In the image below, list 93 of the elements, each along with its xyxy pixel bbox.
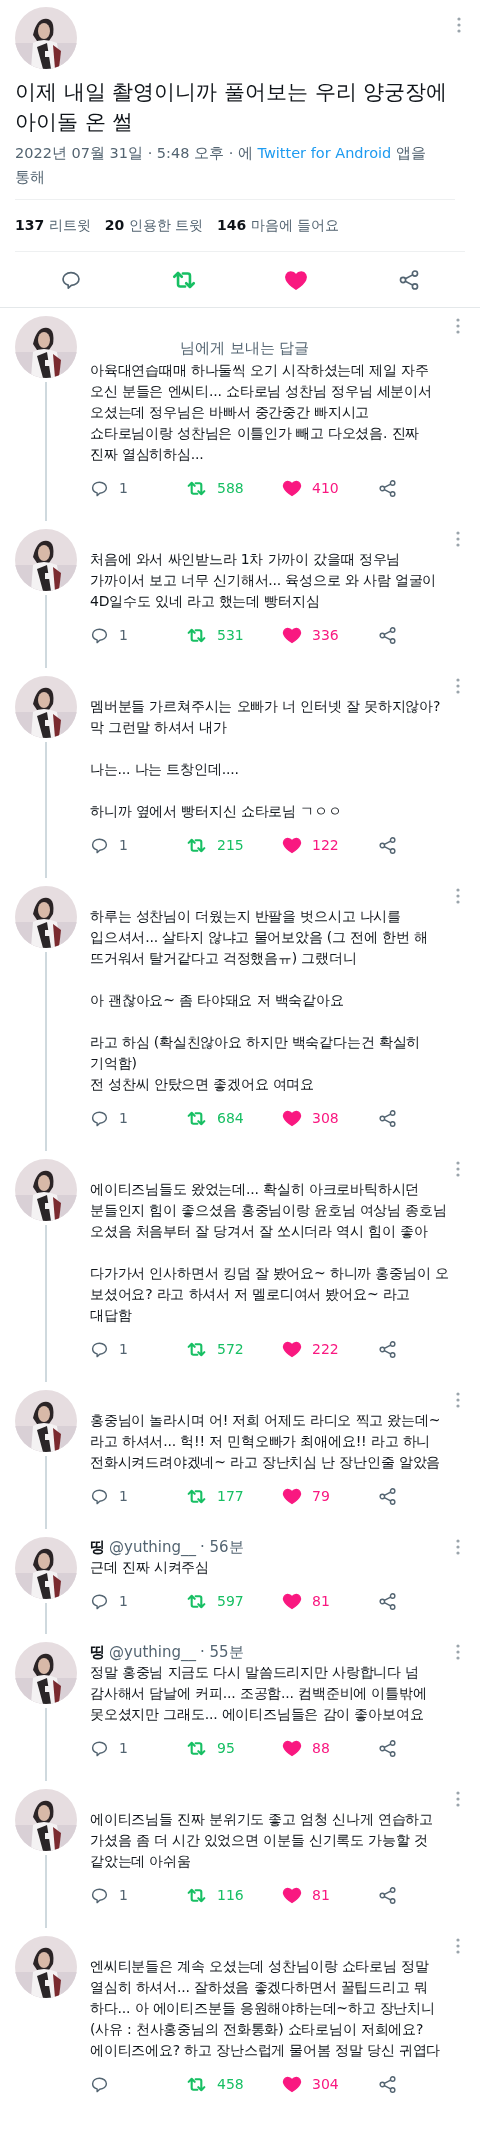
share-icon[interactable] [378, 1885, 397, 1905]
like-count: 122 [312, 837, 339, 853]
retweet-count: 95 [217, 1740, 235, 1756]
tweet-timestamp: 2022년 07월 31일 · 5:48 오후 · 에 Twitter for Android 앱을 통해 [15, 141, 455, 200]
more-icon[interactable] [456, 1539, 460, 1555]
comment-icon[interactable] [90, 1591, 109, 1611]
more-icon[interactable] [456, 1644, 460, 1660]
share-icon[interactable] [378, 1738, 397, 1758]
heart-icon[interactable] [282, 2074, 302, 2094]
reply-text: 엔씨티분들은 계속 오셨는데 성찬님이랑 쇼타로님 정말 열심히 하셔서... 잘하셨음 좋겠다하면서 꿀팁드리고 뭐 하다... 아 에이티즈분들 응원해야하는데~하고 장난치니 (사유 : 천사홍중님의 전화통화) 쇼타로님이 저희에요? 에이티즈에요? 하고 장난스럽게 물어봄 정말 당신 귀엽다 [90, 1957, 442, 2060]
reply-count: 1 [119, 1740, 128, 1756]
share-icon[interactable] [378, 835, 397, 855]
share-icon[interactable] [378, 625, 397, 645]
reply-count: 1 [119, 1593, 128, 1609]
share-icon[interactable] [378, 2074, 397, 2094]
like-count: 88 [312, 1740, 330, 1756]
comment-icon[interactable] [90, 1486, 109, 1506]
comment-icon[interactable] [90, 1108, 109, 1128]
author-name[interactable]: 띵 [90, 1537, 105, 1557]
reply-count: 1 [119, 837, 128, 853]
like-count: 81 [312, 1887, 330, 1903]
comment-icon[interactable] [90, 478, 109, 498]
retweet-count: 531 [217, 627, 244, 643]
comment-icon[interactable] [90, 1339, 109, 1359]
tweet-text: 이제 내일 촬영이니까 풀어보는 우리 양궁장에 아이돌 온 썰 [15, 79, 449, 136]
stat-label[interactable]: 146 마음에 들어요 [217, 216, 340, 235]
more-icon[interactable] [456, 678, 460, 694]
reply-count: 1 [119, 627, 128, 643]
reply-text: 에이티즈님들도 왔었는데... 확실히 아크로바틱하시던 분들인지 힘이 좋으셨음 홍중님이랑 윤호님 여상님 종호님 오셨음 처음부터 잘 당겨서 잘 쏘시더라 역시 힘이 좋아 다가가서 인사하면서 킹덤 잘 봤어요~ 하니까 홍중님이 오 보셨어요? 라고 하셔서 저 멜로디여서 봤어요~ 라고 대답함 [90, 1180, 450, 1325]
heart-icon[interactable] [282, 1738, 302, 1758]
reply-text: 멤버분들 가르쳐주시는 오빠가 너 인터넷 잘 못하지않아? 막 그런말 하셔서 내가 나는... 나는 트창인데.... 하니까 옆에서 빵터지신 쇼타로님 ㄱㅇㅇ [90, 697, 442, 821]
heart-icon[interactable] [282, 1108, 302, 1128]
share-icon[interactable] [378, 1486, 397, 1506]
more-icon[interactable] [456, 1161, 460, 1177]
heart-icon[interactable] [282, 478, 302, 498]
retweet-count: 215 [217, 837, 244, 853]
retweet-count: 684 [217, 1110, 244, 1126]
retweet-count: 588 [217, 480, 244, 496]
reply-text: 하루는 성찬님이 더웠는지 반팔을 벗으시고 나시를 입으셔서... 살타지 않냐고 물어보았음 (그 전에 한번 해 뜨거워서 탈거같다고 걱정했음ㅠ) 그랬더니 아 괜찮아요~ 좀 타야돼요 저 백숙같아요 라고 하심 (확실친않아요 하지만 백숙같다는건 확실히 기억함) 전 성찬씨 안탔으면 좋겠어요 여며요 [90, 907, 429, 1094]
retweet-count: 116 [217, 1887, 244, 1903]
retweet-count: 572 [217, 1341, 244, 1357]
more-icon[interactable] [456, 888, 460, 904]
retweet-count: 458 [217, 2076, 244, 2092]
more-icon[interactable] [456, 1392, 460, 1408]
author-handle[interactable]: @yuthing__ [109, 1643, 196, 1661]
heart-icon[interactable] [282, 1339, 302, 1359]
reply-text: 근데 진짜 시켜주심 [90, 1558, 210, 1577]
reply-text: 홍중님이 놀라시며 어! 저희 어제도 라디오 찍고 왔는데~ 라고 하셔서... 헉!! 저 민혁오빠가 최애에요!! 라고 하니 전화시켜드려야겠네~ 라고 장난치심 난 장난인줄 알았음 [90, 1411, 442, 1472]
author-name[interactable]: 띵 [90, 1642, 105, 1662]
reply-text: 아육대연습때매 하나둘씩 오기 시작하셨는데 제일 자주 오신 분들은 엔씨티... 쇼타로님 성찬님 정우님 세분이서 오셨는데 정우님은 바빠서 중간중간 빠지시고 쇼타로님이랑 성찬님은 이틀인가 빼고 다오셨음. 진짜 진짜 열심히하심... [90, 361, 433, 464]
reply-to-label: 님에게 보내는 답글 [179, 339, 311, 358]
comment-icon[interactable] [90, 1738, 109, 1758]
tweet-time: · 55분 [199, 1642, 244, 1662]
more-icon[interactable] [456, 318, 460, 334]
heart-icon[interactable] [282, 625, 302, 645]
share-icon[interactable] [397, 268, 420, 291]
heart-icon[interactable] [282, 1885, 302, 1905]
comment-icon[interactable] [90, 2074, 109, 2094]
share-icon[interactable] [378, 1339, 397, 1359]
stat-label[interactable]: 20 인용한 트윗 [104, 216, 204, 235]
like-count: 410 [312, 480, 339, 496]
share-icon[interactable] [378, 1591, 397, 1611]
reply-count: 1 [119, 1341, 128, 1357]
like-count: 304 [312, 2076, 339, 2092]
like-count: 79 [312, 1488, 330, 1504]
like-count: 222 [312, 1341, 339, 1357]
comment-icon[interactable] [90, 835, 109, 855]
share-icon[interactable] [378, 1108, 397, 1128]
more-icon[interactable] [456, 531, 460, 547]
retweet-count: 597 [217, 1593, 244, 1609]
heart-icon[interactable] [282, 1591, 302, 1611]
heart-icon[interactable] [282, 835, 302, 855]
heart-icon[interactable] [282, 1486, 302, 1506]
like-count: 308 [312, 1110, 339, 1126]
retweet-count: 177 [217, 1488, 244, 1504]
like-count: 336 [312, 627, 339, 643]
reply-text: 정말 홍중님 지금도 다시 말씀드리지만 사랑합니다 넘 감사해서 담날에 커피... 조공함... 컴백준비에 이틀밖에 못오셨지만 그래도... 에이티즈님들은 감이 좋아보여요 [90, 1663, 428, 1724]
reply-count: 1 [119, 1110, 128, 1126]
more-icon[interactable] [456, 1938, 460, 1954]
more-icon[interactable] [457, 17, 461, 33]
like-count: 81 [312, 1593, 330, 1609]
reply-count: 1 [119, 1488, 128, 1504]
author-handle[interactable]: @yuthing__ [109, 1538, 196, 1556]
tweet-time: · 56분 [199, 1537, 244, 1557]
reply-text: 처음에 와서 싸인받느라 1차 가까이 갔을때 정우님 가까이서 보고 너무 신기해서... 육성으로 와 사람 얼굴이 4D일수도 있네 라고 했는데 빵터지심 [90, 550, 438, 611]
share-icon[interactable] [378, 478, 397, 498]
reply-text: 에이티즈님들 진짜 분위기도 좋고 엄청 신나게 연습하고 가셨음 좀 더 시간 있었으면 이분들 신기록도 가능할 것 같았는데 아쉬움 [90, 1810, 434, 1871]
more-icon[interactable] [456, 1791, 460, 1807]
comment-icon[interactable] [90, 1885, 109, 1905]
reply-count: 1 [119, 480, 128, 496]
reply-count: 1 [119, 1887, 128, 1903]
comment-icon[interactable] [90, 625, 109, 645]
stat-label[interactable]: 137 리트윗 [15, 216, 91, 235]
